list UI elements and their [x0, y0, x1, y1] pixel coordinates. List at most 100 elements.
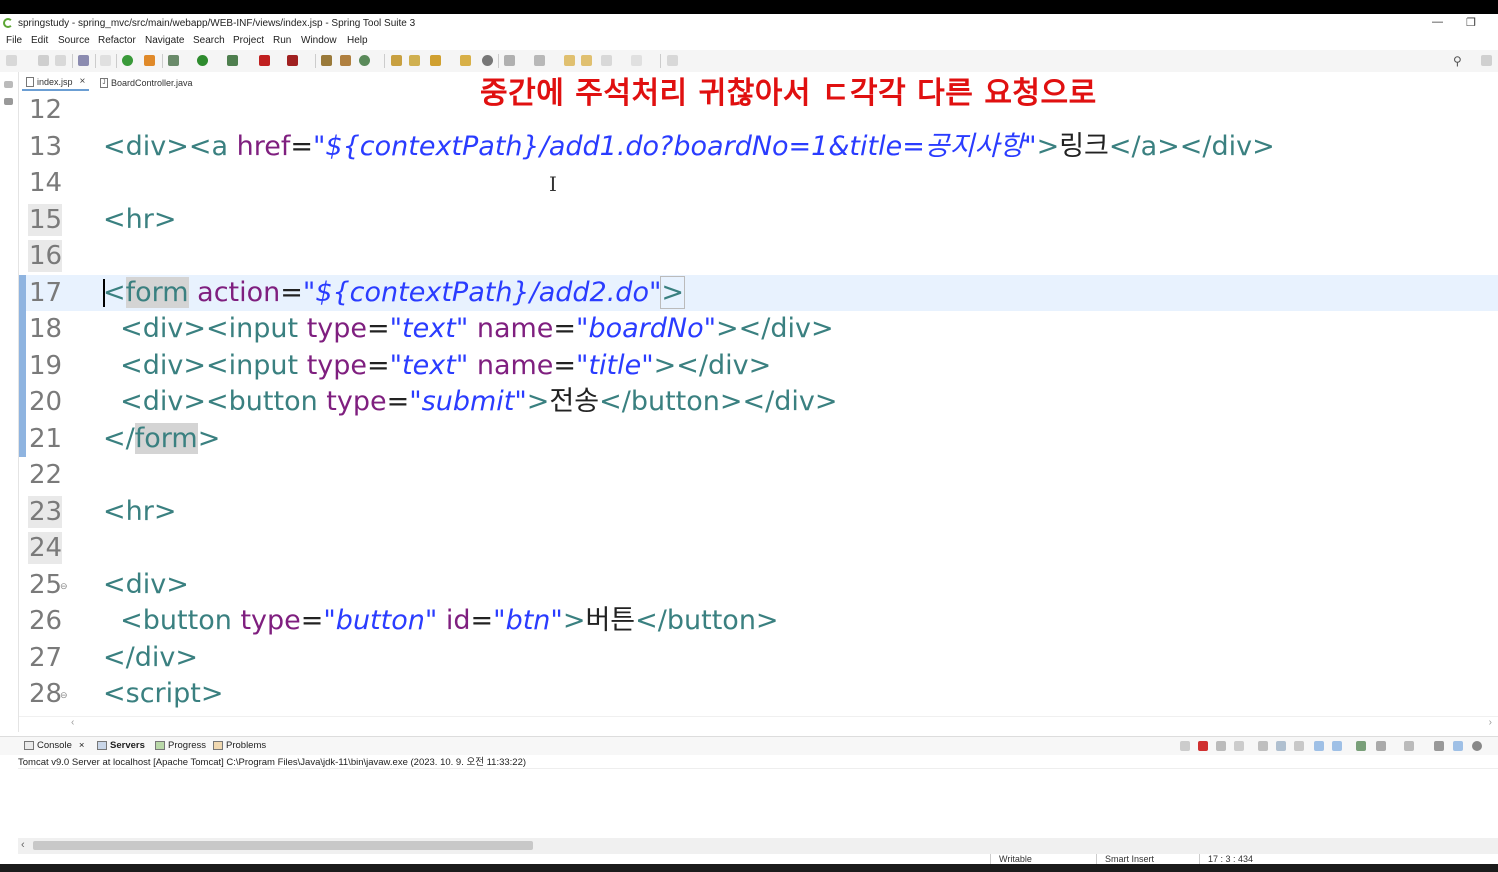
title-bar: springstudy - spring_mvc/src/main/webapp… [0, 14, 1498, 34]
status-cursor-position: 17 : 3 : 434 [1199, 854, 1253, 864]
close-console-icon[interactable]: × [79, 740, 85, 751]
line-number: 17 [29, 277, 63, 308]
open-folder-icon[interactable] [460, 55, 471, 66]
last-edit-icon[interactable] [564, 55, 575, 66]
code-text: <div><a href="${contextPath}/add1.do?boa… [103, 130, 1275, 162]
console-output-area[interactable] [18, 768, 1498, 839]
fold-icon[interactable]: ⊖ [60, 581, 68, 592]
scroll-left-icon[interactable]: ‹ [71, 717, 74, 728]
menu-edit[interactable]: Edit [31, 35, 48, 46]
new-console-icon[interactable] [1404, 741, 1414, 751]
screen-bottom-border [0, 864, 1498, 872]
gear-icon[interactable] [1472, 741, 1482, 751]
outline-view-icon[interactable] [4, 98, 13, 105]
line-number: 12 [29, 95, 63, 125]
forward-history-icon[interactable] [631, 55, 642, 66]
scroll-right-icon[interactable]: › [1489, 717, 1492, 728]
tab-console[interactable]: Console × [24, 740, 84, 751]
run-icon[interactable] [197, 55, 208, 66]
code-line: 22 [19, 457, 1498, 494]
code-text: <button type="button" id="btn">버튼</butto… [103, 605, 779, 636]
minimize-panel-icon[interactable] [1434, 741, 1444, 751]
open-task-icon[interactable] [409, 55, 420, 66]
menu-window[interactable]: Window [301, 35, 337, 46]
globe-icon[interactable] [482, 55, 493, 66]
pin-console-icon[interactable] [1314, 741, 1324, 751]
tab-problems[interactable]: Problems [213, 740, 266, 751]
scroll-lock-icon[interactable] [1258, 741, 1268, 751]
restore-button[interactable]: ❐ [1466, 16, 1476, 29]
console-horizontal-scrollbar[interactable]: ‹ [18, 838, 1498, 854]
perspective-icon[interactable] [1481, 55, 1492, 66]
external-tools-icon[interactable] [287, 55, 298, 66]
debug-icon[interactable] [168, 55, 179, 66]
menu-file[interactable]: File [6, 35, 22, 46]
terminal-icon[interactable] [78, 55, 89, 66]
menu-help[interactable]: Help [347, 35, 368, 46]
forward-icon[interactable] [601, 55, 612, 66]
open-type-icon[interactable] [391, 55, 402, 66]
scrollbar-thumb[interactable] [33, 841, 533, 850]
code-line: 27 </div> [19, 640, 1498, 677]
next-annotation-icon[interactable] [504, 55, 515, 66]
maximize-panel-icon[interactable] [1453, 741, 1463, 751]
code-line: 16 [19, 238, 1498, 275]
code-line: 13 <div><a href="${contextPath}/add1.do?… [19, 129, 1498, 166]
remove-launch-icon[interactable] [1216, 741, 1226, 751]
menu-project[interactable]: Project [233, 35, 264, 46]
save-all-icon[interactable] [55, 55, 66, 66]
minimize-button[interactable]: — [1432, 16, 1443, 28]
editor-horizontal-scrollbar[interactable]: ‹ › [19, 716, 1498, 731]
code-text: <hr> [103, 203, 177, 235]
skip-breakpoints-icon[interactable] [100, 55, 111, 66]
coverage-icon[interactable] [227, 55, 238, 66]
change-marker [19, 347, 26, 384]
tab-progress[interactable]: Progress [155, 740, 206, 751]
pin-editor-icon[interactable] [667, 55, 678, 66]
tab-servers[interactable]: Servers [97, 740, 145, 751]
restore-view-icon[interactable] [4, 81, 13, 88]
boot-dashboard-icon[interactable] [359, 55, 370, 66]
view-menu-icon[interactable] [1376, 741, 1386, 751]
display-console-icon[interactable] [1332, 741, 1342, 751]
back-icon[interactable] [581, 55, 592, 66]
change-marker [19, 311, 26, 348]
new-icon[interactable] [6, 55, 17, 66]
code-text: <hr> [103, 495, 177, 527]
fold-icon[interactable]: ⊖ [60, 690, 68, 701]
scroll-left-icon[interactable]: ‹ [21, 839, 25, 851]
menu-refactor[interactable]: Refactor [98, 35, 136, 46]
line-number: 23 [29, 496, 63, 527]
save-icon[interactable] [38, 55, 49, 66]
code-editor[interactable]: 12 13 <div><a href="${contextPath}/add1.… [19, 92, 1498, 716]
tab-board-controller[interactable]: J BoardController.java [96, 74, 197, 91]
menu-navigate[interactable]: Navigate [145, 35, 184, 46]
tab-label: index.jsp [37, 76, 73, 87]
refresh-icon[interactable] [144, 55, 155, 66]
search-icon[interactable]: ⚲ [1453, 54, 1462, 68]
menu-run[interactable]: Run [273, 35, 291, 46]
status-writable: Writable [990, 854, 1032, 864]
window-title: springstudy - spring_mvc/src/main/webapp… [18, 18, 416, 29]
show-on-output-icon[interactable] [1294, 741, 1304, 751]
menu-source[interactable]: Source [58, 35, 90, 46]
code-text: <div> [103, 568, 189, 600]
clear-console-icon[interactable] [1180, 741, 1190, 751]
terminate-icon[interactable] [1198, 741, 1208, 751]
prev-annotation-icon[interactable] [534, 55, 545, 66]
new-server-icon[interactable] [321, 55, 332, 66]
tab-index-jsp[interactable]: index.jsp × [22, 74, 90, 91]
menu-search[interactable]: Search [193, 35, 225, 46]
line-number: 21 [29, 423, 63, 454]
search-tool-icon[interactable] [430, 55, 441, 66]
stop-icon[interactable] [259, 55, 270, 66]
open-console-icon[interactable] [1356, 741, 1366, 751]
code-line: 23 <hr> [19, 494, 1498, 531]
close-tab-icon[interactable]: × [80, 76, 86, 87]
status-bar: Writable Smart Insert 17 : 3 : 434 [0, 854, 1498, 864]
start-server-icon[interactable] [122, 55, 133, 66]
word-wrap-icon[interactable] [1276, 741, 1286, 751]
spring-app-icon [3, 18, 13, 28]
remove-all-icon[interactable] [1234, 741, 1244, 751]
deploy-icon[interactable] [340, 55, 351, 66]
